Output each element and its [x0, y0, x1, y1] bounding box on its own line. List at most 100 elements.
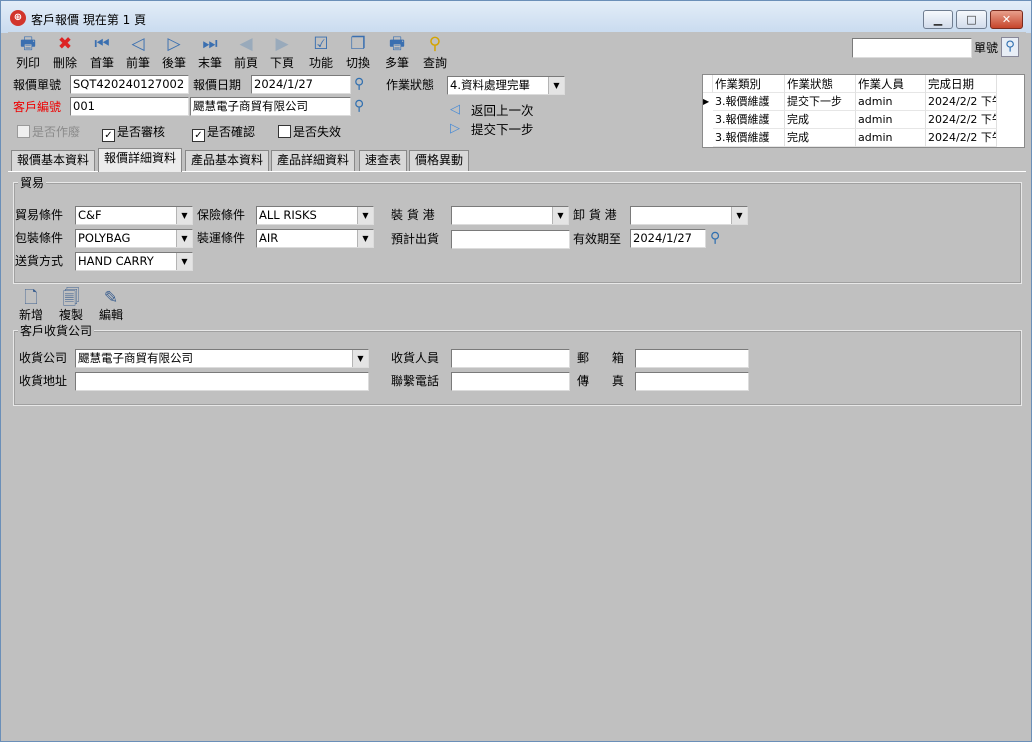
table-row[interactable]: 3.報價維護 完成 admin 2024/2/2 下午	[703, 129, 1024, 147]
delete-button[interactable]: ✖ 刪除	[48, 34, 82, 72]
previous-page-icon: ◀	[239, 34, 253, 54]
tab-quote-basic[interactable]: 報價基本資料	[11, 150, 96, 171]
invalid-checkbox[interactable]: 是否失效	[278, 124, 341, 140]
fax-field[interactable]	[635, 372, 749, 391]
next-record-button[interactable]: ▷ 後筆	[157, 34, 191, 72]
est-ship-label: 預計出貨	[391, 232, 440, 246]
function-button[interactable]: ☑ 功能	[304, 34, 338, 72]
consignee-phone-field[interactable]	[451, 372, 570, 391]
query-button[interactable]: ⚲ 查詢	[418, 34, 452, 72]
consignee-group	[13, 330, 1022, 406]
maximize-button[interactable]: □	[956, 10, 987, 29]
packing-select[interactable]: POLYBAG ▼	[75, 229, 193, 248]
grid-col-header[interactable]: 作業人員	[856, 75, 926, 93]
grid-col-header[interactable]: 完成日期	[926, 75, 997, 93]
last-record-icon: ⏭	[202, 34, 218, 54]
table-row[interactable]: 3.報價維護 完成 admin 2024/2/2 下午	[703, 111, 1024, 129]
chevron-down-icon[interactable]: ▼	[357, 230, 373, 247]
edit-button[interactable]: ✎ 編輯	[95, 287, 127, 322]
table-row[interactable]: ▶ 3.報價維護 提交下一步 admin 2024/2/2 下午	[703, 93, 1024, 111]
switch-button[interactable]: ❐ 切換	[341, 34, 375, 72]
previous-record-button[interactable]: ◁ 前筆	[121, 34, 155, 72]
consignee-company-select[interactable]: 飃慧電子商貿有限公司 ▼	[75, 349, 369, 368]
valid-until-field[interactable]: 2024/1/27	[630, 229, 706, 248]
trade-group-title: 貿易	[18, 176, 47, 190]
status-select[interactable]: 4.資料處理完畢 ▼	[447, 76, 565, 95]
title-bar[interactable]: ⊕ 客戶報價 現在第 1 頁 ▁ □ ✕	[1, 1, 1031, 33]
grid-col-header[interactable]: 作業類別	[713, 75, 785, 93]
status-label: 作業狀態	[386, 78, 435, 92]
chevron-down-icon[interactable]: ▼	[357, 207, 373, 224]
confirm-checkbox[interactable]: ✓ 是否確認	[192, 124, 255, 142]
consignee-phone-label: 聯繫電話	[391, 374, 440, 388]
tab-quick-lookup[interactable]: 速查表	[359, 150, 408, 171]
order-search-label: 單號	[974, 41, 999, 55]
quote-no-label: 報價單號	[13, 78, 62, 92]
tab-price-change[interactable]: 價格異動	[409, 150, 470, 171]
tab-quote-detail[interactable]: 報價詳細資料	[98, 148, 183, 172]
minimize-button[interactable]: ▁	[923, 10, 953, 29]
review-checkbox[interactable]: ✓ 是否審核	[102, 124, 165, 142]
copy-button[interactable]: 🗐 複製	[55, 287, 87, 322]
last-record-button[interactable]: ⏭ 末筆	[193, 34, 227, 72]
chevron-down-icon[interactable]: ▼	[176, 253, 192, 270]
customer-no-field[interactable]: 001	[70, 97, 189, 116]
previous-record-icon: ◁	[131, 34, 145, 54]
quote-date-field[interactable]: 2024/1/27	[251, 75, 351, 94]
switch-icon: ❐	[350, 34, 366, 54]
add-button[interactable]: 🗋 新增	[15, 287, 47, 322]
chevron-down-icon[interactable]: ▼	[552, 207, 568, 224]
unloading-port-select[interactable]: ▼	[630, 206, 748, 225]
print-button[interactable]: 🖶 列印	[11, 34, 45, 72]
close-button[interactable]: ✕	[990, 10, 1023, 29]
tab-product-detail[interactable]: 產品詳細資料	[271, 150, 356, 171]
chevron-down-icon[interactable]: ▼	[176, 207, 192, 224]
chevron-down-icon[interactable]: ▼	[731, 207, 747, 224]
forward-arrow-icon: ▷	[450, 121, 460, 136]
consignee-person-field[interactable]	[451, 349, 570, 368]
printer-icon: 🖶	[19, 34, 37, 54]
workflow-grid[interactable]: 作業類別 作業狀態 作業人員 完成日期 ▶ 3.報價維護 提交下一步 admin…	[702, 74, 1025, 148]
multi-record-button[interactable]: 🖶 多筆	[380, 34, 414, 72]
fax-label: 傳 真	[577, 374, 624, 388]
app-window: ⊕ 客戶報價 現在第 1 頁 ▁ □ ✕ 🖶 列印 ✖ 刪除 ⏮ 首筆 ◁ 前筆…	[0, 0, 1032, 742]
consignee-address-field[interactable]	[75, 372, 369, 391]
back-step-link[interactable]: 返回上一次	[471, 101, 534, 121]
postal-field[interactable]	[635, 349, 749, 368]
insurance-select[interactable]: ALL RISKS ▼	[256, 206, 374, 225]
grid-col-header[interactable]: 作業狀態	[785, 75, 856, 93]
unloading-port-label: 卸 貨 港	[573, 208, 617, 222]
chevron-down-icon[interactable]: ▼	[548, 77, 564, 94]
customer-name-field[interactable]: 飃慧電子商貿有限公司	[190, 97, 351, 116]
delivery-select[interactable]: HAND CARRY ▼	[75, 252, 193, 271]
chevron-down-icon[interactable]: ▼	[352, 350, 368, 367]
trade-terms-label: 貿易條件	[15, 208, 64, 222]
next-record-icon: ▷	[167, 34, 181, 54]
shipping-select[interactable]: AIR ▼	[256, 229, 374, 248]
window-title: 客戶報價 現在第 1 頁	[31, 13, 147, 27]
chevron-down-icon[interactable]: ▼	[176, 230, 192, 247]
quote-date-picker-icon[interactable]: ⚲	[354, 75, 372, 93]
loading-port-label: 裝 貨 港	[391, 208, 435, 222]
first-record-button[interactable]: ⏮ 首筆	[85, 34, 119, 72]
multi-record-icon: 🖶	[388, 34, 406, 54]
tab-product-basic[interactable]: 產品基本資料	[185, 150, 270, 171]
query-icon: ⚲	[428, 34, 442, 54]
customer-lookup-icon[interactable]: ⚲	[354, 97, 372, 115]
globe-icon: ⊕	[10, 10, 26, 26]
search-icon[interactable]: ⚲	[1001, 37, 1019, 57]
delete-icon: ✖	[57, 34, 73, 54]
delivery-label: 送貨方式	[15, 254, 64, 268]
valid-until-picker-icon[interactable]: ⚲	[710, 229, 728, 247]
trade-terms-select[interactable]: C&F ▼	[75, 206, 193, 225]
next-page-button[interactable]: ▶ 下頁	[265, 34, 299, 72]
order-search-input[interactable]	[852, 38, 972, 58]
packing-label: 包裝條件	[15, 231, 64, 245]
quote-no-field[interactable]: SQT420240127002	[70, 75, 189, 94]
new-doc-icon: 🗋	[24, 288, 38, 308]
void-checkbox[interactable]: 是否作廢	[17, 124, 80, 140]
previous-page-button[interactable]: ◀ 前頁	[229, 34, 263, 72]
loading-port-select[interactable]: ▼	[451, 206, 569, 225]
est-ship-field[interactable]	[451, 230, 570, 249]
next-step-link[interactable]: 提交下一步	[471, 120, 534, 140]
